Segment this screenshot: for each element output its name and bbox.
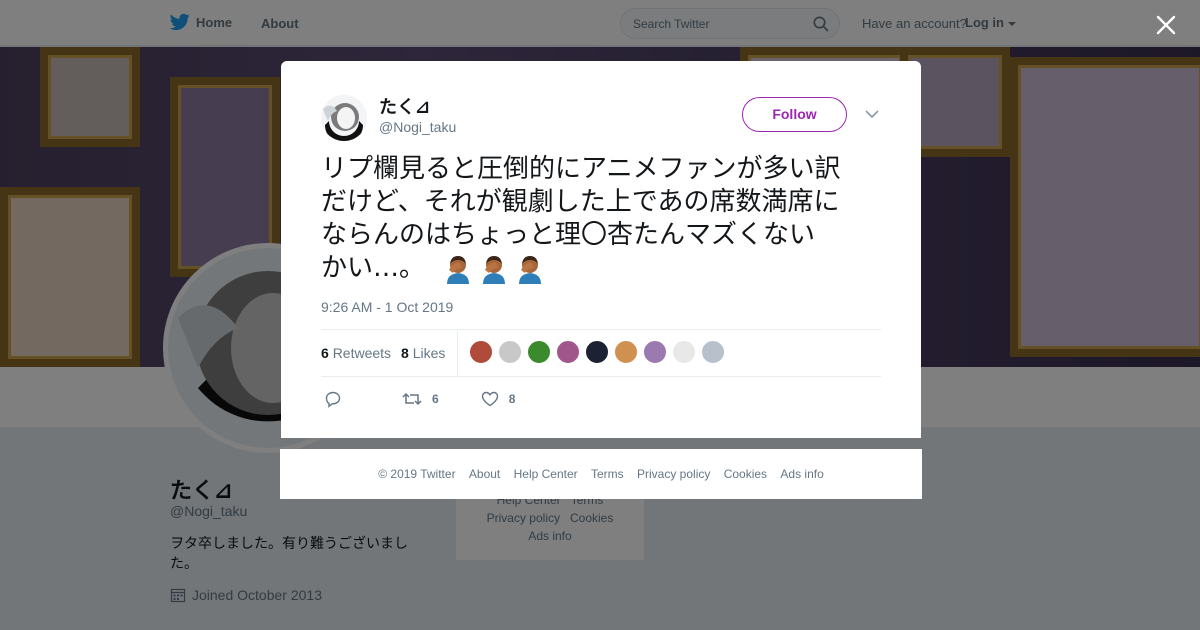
tweet-text-line: リプ欄見ると圧倒的にアニメファンが多い訳 (321, 154, 841, 184)
tweet-timestamp[interactable]: 9:26 AM - 1 Oct 2019 (321, 299, 453, 315)
liker-avatar[interactable] (643, 340, 667, 364)
retweet-count: 6 (432, 392, 439, 406)
divider (457, 331, 458, 376)
footer-help-link[interactable]: Help Center (514, 467, 578, 481)
retweets-count: 6 (321, 345, 329, 361)
likes-count: 8 (401, 345, 409, 361)
reply-button[interactable] (324, 390, 342, 408)
follow-button[interactable]: Follow (742, 97, 847, 132)
tweet-author-avatar[interactable] (321, 95, 367, 141)
tweet-text-line: ならんのはちょっと理〇杏たんマズくない (321, 220, 816, 250)
heart-icon (481, 391, 498, 407)
tweet-text: リプ欄見ると圧倒的にアニメファンが多い訳 だけど、それが観劇した上であの席数満席… (321, 153, 886, 285)
reply-icon (325, 391, 341, 408)
liker-avatar[interactable] (701, 340, 725, 364)
tweet-actions: 6 8 (324, 390, 515, 408)
likes-stat[interactable]: 8 Likes (401, 345, 445, 361)
liker-avatars (469, 340, 725, 364)
face-palm-emoji-icon (447, 255, 470, 284)
face-palm-emoji-icon (519, 255, 542, 284)
liker-avatar[interactable] (469, 340, 493, 364)
likes-label: Likes (412, 345, 446, 361)
tweet-modal: たく⊿ @Nogi_taku Follow リプ欄見ると圧倒的にアニメファンが多… (281, 61, 921, 438)
tweet-text-line: だけど、それが観劇した上であの席数満席に (321, 187, 840, 217)
divider (321, 376, 881, 377)
liker-avatar[interactable] (672, 340, 696, 364)
footer-privacy-link[interactable]: Privacy policy (637, 467, 710, 481)
footer-copyright: © 2019 Twitter (378, 467, 456, 481)
modal-footer: © 2019 Twitter About Help Center Terms P… (280, 449, 922, 499)
tweet-author-handle[interactable]: @Nogi_taku (379, 119, 456, 135)
footer-cookies-link[interactable]: Cookies (724, 467, 767, 481)
retweets-stat[interactable]: 6 Retweets (321, 345, 391, 361)
liker-avatar[interactable] (527, 340, 551, 364)
face-palm-emoji-icon (483, 255, 506, 284)
tweet-text-line: かい…。 (321, 253, 426, 283)
retweet-icon (402, 392, 422, 406)
avatar-egg-wing-icon (321, 95, 367, 141)
close-icon[interactable] (1154, 13, 1178, 37)
like-count: 8 (508, 392, 516, 406)
divider (321, 329, 881, 330)
tweet-stats: 6 Retweets 8 Likes (321, 345, 445, 361)
liker-avatar[interactable] (585, 340, 609, 364)
tweet-author-name[interactable]: たく⊿ (379, 93, 430, 119)
liker-avatar[interactable] (498, 340, 522, 364)
retweet-button[interactable]: 6 (402, 391, 439, 407)
chevron-down-icon[interactable] (865, 109, 879, 119)
footer-about-link[interactable]: About (469, 467, 500, 481)
liker-avatar[interactable] (614, 340, 638, 364)
footer-terms-link[interactable]: Terms (591, 467, 624, 481)
liker-avatar[interactable] (556, 340, 580, 364)
retweets-label: Retweets (332, 345, 392, 361)
like-button[interactable]: 8 (481, 391, 516, 407)
footer-ads-link[interactable]: Ads info (780, 467, 823, 481)
